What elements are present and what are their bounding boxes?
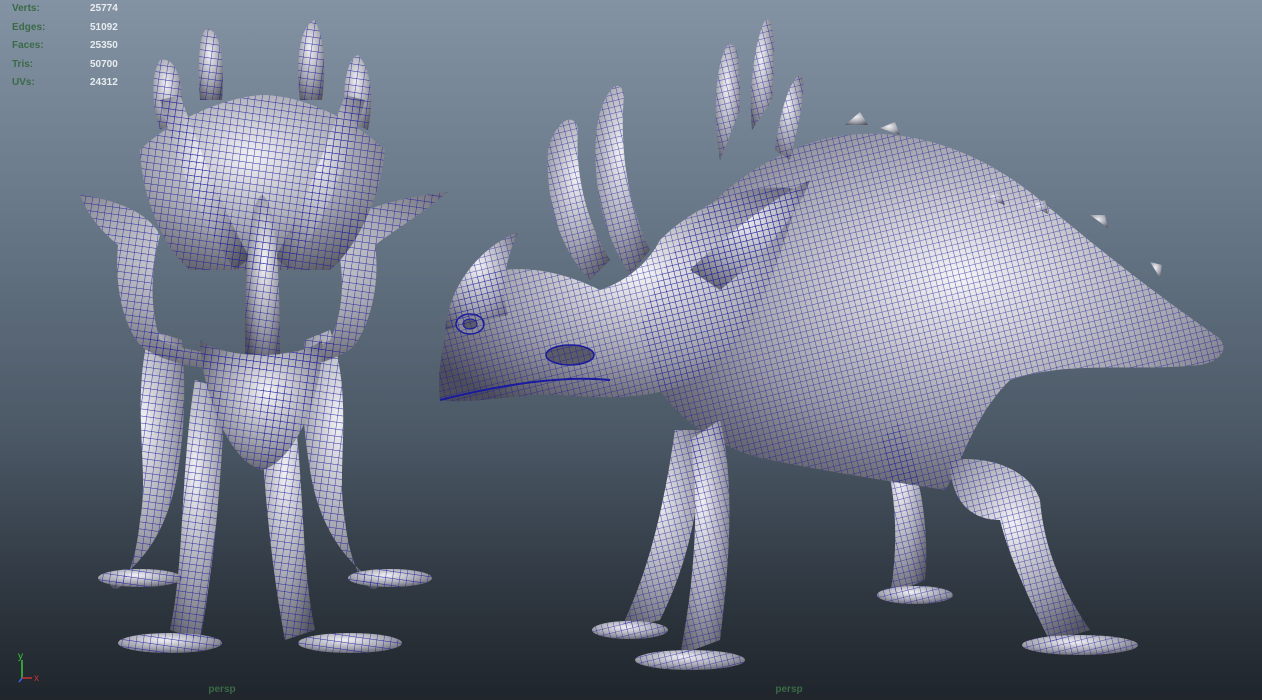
wireframe-creature-models[interactable] — [0, 0, 1262, 700]
stat-edges: Edges: 51092 — [12, 19, 132, 38]
axis-gizmo-icon: y x — [18, 651, 39, 684]
stat-faces: Faces: 25350 — [12, 37, 132, 56]
stat-verts: Verts: 25774 — [12, 0, 132, 19]
stat-value: 25774 — [90, 3, 118, 14]
axis-x-label: x — [34, 673, 39, 684]
stat-tris: Tris: 50700 — [12, 56, 132, 75]
viewport-panel[interactable]: Verts: 25774 Edges: 51092 Faces: 25350 T… — [0, 0, 1262, 700]
stat-value: 24312 — [90, 77, 118, 88]
stat-value: 51092 — [90, 21, 118, 33]
camera-label-left: persp — [208, 684, 236, 695]
stat-value: 25350 — [90, 40, 118, 51]
axis-y-label: y — [18, 651, 23, 662]
stat-label: Tris: — [12, 58, 34, 70]
stat-label: UVs: — [12, 77, 35, 88]
axis-z-line — [18, 677, 23, 683]
stat-label: Faces: — [12, 40, 44, 51]
side-view-model — [439, 19, 1224, 670]
stat-label: Verts: — [12, 3, 40, 14]
front-view-model — [80, 20, 448, 653]
poly-count-hud: Verts: 25774 Edges: 51092 Faces: 25350 T… — [12, 0, 132, 93]
stat-label: Edges: — [12, 21, 46, 33]
stat-uvs: UVs: 24312 — [12, 74, 132, 93]
stat-value: 50700 — [90, 58, 118, 70]
camera-label-right: persp — [775, 684, 803, 695]
